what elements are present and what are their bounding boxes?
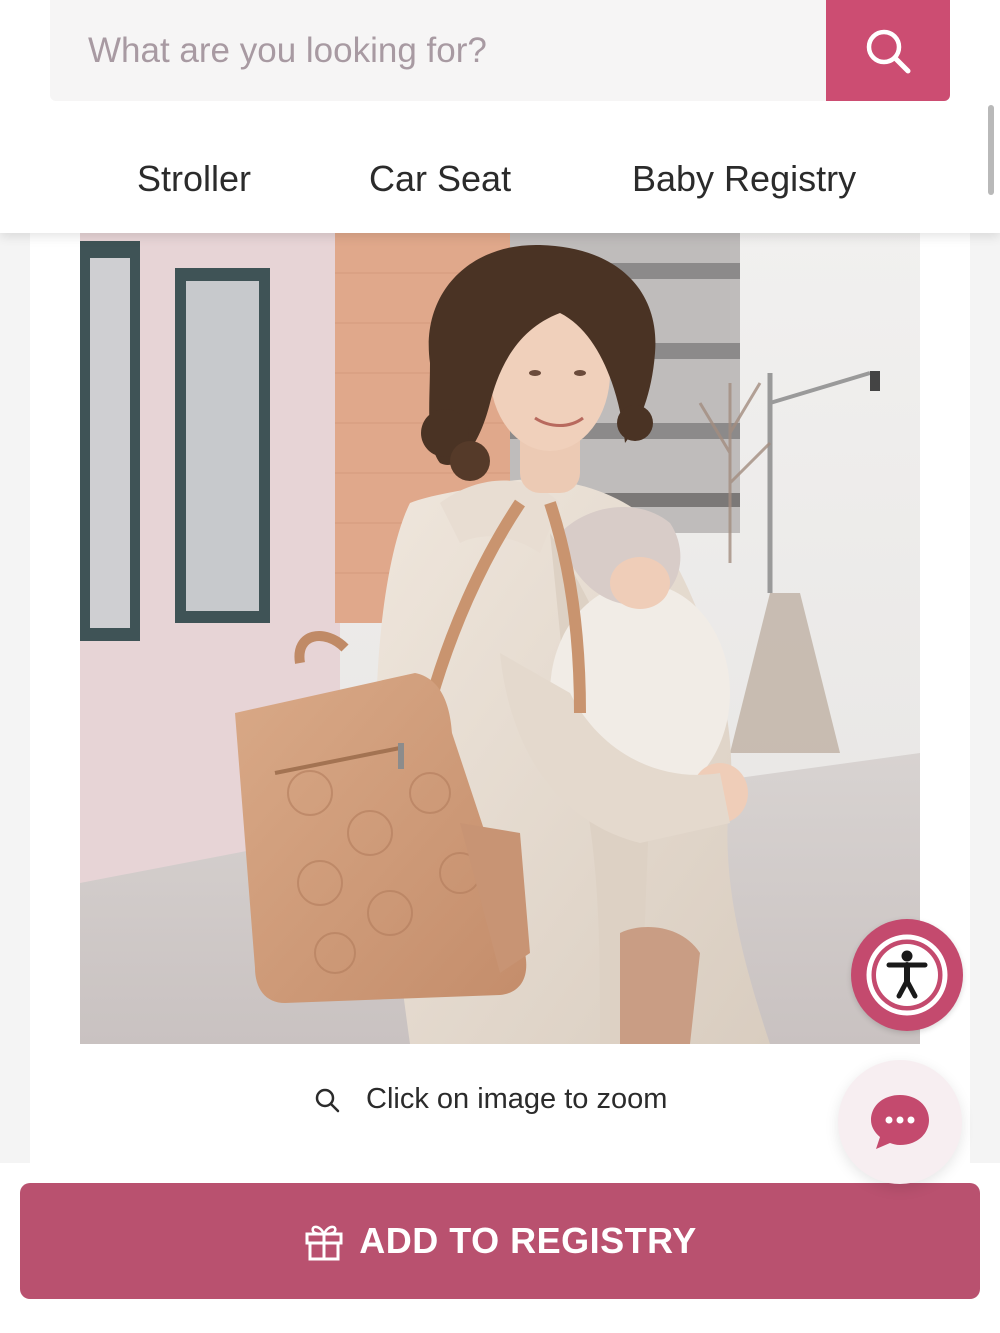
category-nav: Stroller Car Seat Baby Registry — [0, 140, 1000, 220]
chat-button[interactable] — [838, 1060, 962, 1184]
nav-item-stroller[interactable]: Stroller — [137, 158, 251, 200]
zoom-hint-text: Click on image to zoom — [366, 1083, 668, 1115]
accessibility-icon — [864, 932, 950, 1018]
magnifier-icon — [314, 1087, 340, 1113]
page: Stroller Car Seat Baby Registry — [0, 0, 1000, 1333]
nav-item-baby-registry[interactable]: Baby Registry — [632, 158, 856, 200]
product-image[interactable] — [80, 233, 920, 1044]
search-input[interactable] — [50, 0, 826, 101]
add-to-registry-label: ADD TO REGISTRY — [359, 1220, 697, 1261]
search-bar — [50, 0, 950, 101]
chat-bubble-icon — [868, 1091, 932, 1153]
site-header: Stroller Car Seat Baby Registry — [0, 0, 1000, 233]
bottom-action-bar: ADD TO REGISTRY — [0, 1163, 1000, 1333]
search-icon — [862, 25, 914, 77]
zoom-hint: Click on image to zoom — [314, 1083, 667, 1116]
search-button[interactable] — [826, 0, 950, 101]
scrollbar[interactable] — [988, 105, 994, 195]
gift-icon — [303, 1220, 345, 1262]
accessibility-button[interactable] — [851, 919, 963, 1031]
nav-item-car-seat[interactable]: Car Seat — [369, 158, 511, 200]
add-to-registry-button[interactable]: ADD TO REGISTRY — [20, 1183, 980, 1299]
product-card: Click on image to zoom — [30, 233, 970, 1163]
